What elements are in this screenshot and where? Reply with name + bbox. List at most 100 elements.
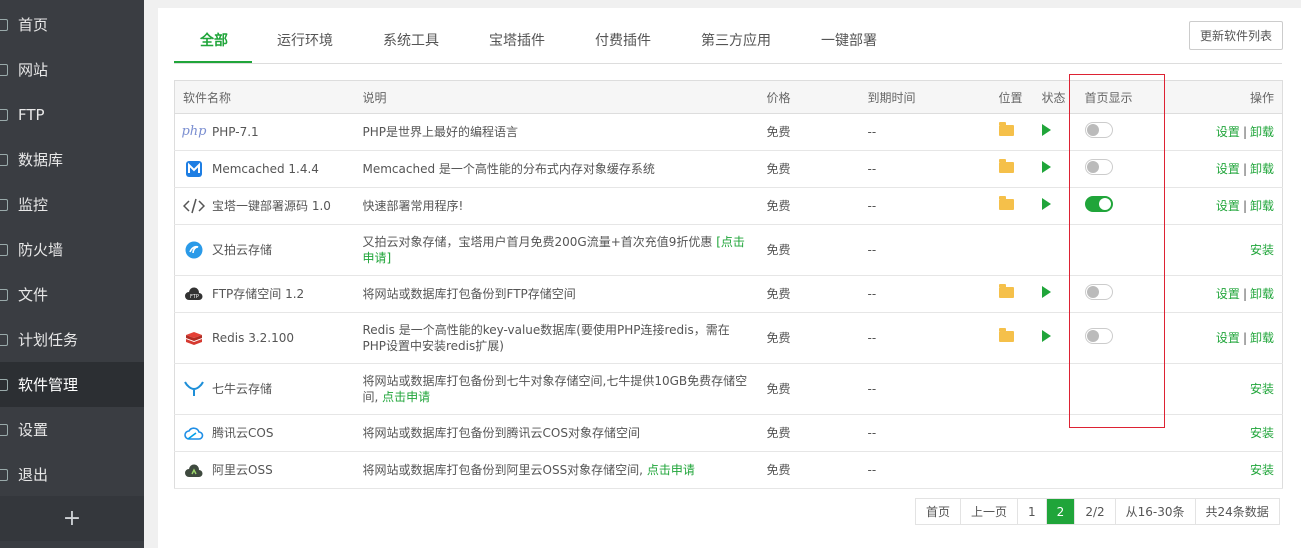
home-icon xyxy=(0,18,8,31)
sidebar-item-software[interactable]: 软件管理 xyxy=(0,362,144,407)
tab-one-click-deploy[interactable]: 一键部署 xyxy=(821,30,877,50)
running-status-icon[interactable] xyxy=(1041,198,1051,210)
uninstall-link[interactable]: 卸载 xyxy=(1250,331,1274,345)
settings-link[interactable]: 设置 xyxy=(1216,331,1240,345)
page-first-button[interactable]: 首页 xyxy=(916,499,962,524)
price-cell: 免费 xyxy=(758,187,860,225)
sidebar-item-label: 数据库 xyxy=(18,151,64,169)
software-name-cell: Memcached 1.4.4 xyxy=(174,150,355,188)
uninstall-link[interactable]: 卸载 xyxy=(1250,199,1274,213)
settings-link[interactable]: 设置 xyxy=(1216,287,1240,301)
expire-cell: -- xyxy=(859,275,991,313)
table-row: Redis 3.2.100 Redis 是一个高性能的key-value数据库(要… xyxy=(174,312,1283,364)
table-row: php PHP-7.1 PHP是世界上最好的编程语言 免费 -- 设置 | 卸载 xyxy=(174,113,1283,151)
location-cell xyxy=(990,224,1034,276)
location-cell xyxy=(990,150,1034,188)
software-name: 阿里云OSS xyxy=(212,463,273,477)
expire-cell: -- xyxy=(859,113,991,151)
tab-system-tools[interactable]: 系统工具 xyxy=(383,30,439,50)
memcached-icon xyxy=(183,160,205,178)
description-cell: 将网站或数据库打包备份到阿里云OSS对象存储空间, 点击申请 xyxy=(354,451,759,489)
software-management-panel: 全部 运行环境 系统工具 宝塔插件 付费插件 第三方应用 一键部署 更新软件列表… xyxy=(158,8,1301,548)
status-cell xyxy=(1033,224,1077,276)
open-folder-icon[interactable] xyxy=(998,284,1014,298)
ops-cell: 设置 | 卸载 xyxy=(1163,275,1283,313)
running-status-icon[interactable] xyxy=(1041,161,1051,173)
settings-link[interactable]: 设置 xyxy=(1216,162,1240,176)
add-shortcut-button[interactable]: + xyxy=(0,496,144,541)
tab-third-party[interactable]: 第三方应用 xyxy=(701,30,771,50)
sidebar-item-monitor[interactable]: 监控 xyxy=(0,182,144,227)
homepage-display-toggle[interactable] xyxy=(1084,159,1113,175)
sidebar-item-database[interactable]: 数据库 xyxy=(0,137,144,182)
open-folder-icon[interactable] xyxy=(998,122,1014,136)
active-tab-indicator xyxy=(174,61,252,63)
page-1-button[interactable]: 1 xyxy=(1018,499,1047,524)
price-cell: 免费 xyxy=(758,414,860,452)
software-table: 软件名称 说明 价格 到期时间 位置 状态 首页显示 操作 php PHP-7.1… xyxy=(174,80,1283,489)
price-cell: 免费 xyxy=(758,451,860,489)
description-text: Redis 是一个高性能的key-value数据库(要使用PHP连接redis，… xyxy=(362,323,730,353)
sidebar-item-files[interactable]: 文件 xyxy=(0,272,144,317)
install-link[interactable]: 安装 xyxy=(1250,243,1274,257)
description-cell: 将网站或数据库打包备份到FTP存储空间 xyxy=(354,275,759,313)
homepage-display-toggle[interactable] xyxy=(1084,122,1113,138)
sidebar-item-label: 文件 xyxy=(18,286,49,304)
open-folder-icon[interactable] xyxy=(998,196,1014,210)
status-cell xyxy=(1033,312,1077,364)
toggle-knob xyxy=(1086,161,1099,173)
homepage-display-toggle[interactable] xyxy=(1084,328,1113,344)
table-row: Memcached 1.4.4 Memcached 是一个高性能的分布式内存对象缓… xyxy=(174,150,1283,188)
tab-all[interactable]: 全部 xyxy=(200,30,228,50)
sidebar-item-logout[interactable]: 退出 xyxy=(0,452,144,497)
settings-link[interactable]: 设置 xyxy=(1216,125,1240,139)
running-status-icon[interactable] xyxy=(1041,330,1051,342)
sidebar-item-firewall[interactable]: 防火墙 xyxy=(0,227,144,272)
apply-link[interactable]: 点击申请 xyxy=(382,390,430,404)
install-link[interactable]: 安装 xyxy=(1250,382,1274,396)
sidebar-item-home[interactable]: 首页 xyxy=(0,2,144,47)
pagination: 首页 上一页 1 2 2/2 从16-30条 共24条数据 xyxy=(915,498,1280,525)
header-expire: 到期时间 xyxy=(859,80,991,114)
header-name: 软件名称 xyxy=(174,80,355,114)
software-name: 七牛云存储 xyxy=(212,382,273,396)
page-prev-button[interactable]: 上一页 xyxy=(961,499,1019,524)
open-folder-icon[interactable] xyxy=(998,328,1014,342)
page-range-indicator: 从16-30条 xyxy=(1115,499,1196,524)
tab-bt-plugins[interactable]: 宝塔插件 xyxy=(489,30,545,50)
expire-cell: -- xyxy=(859,224,991,276)
description-cell: 将网站或数据库打包备份到七牛对象存储空间,七牛提供10GB免费存储空间, 点击申… xyxy=(354,363,759,415)
open-folder-icon[interactable] xyxy=(998,159,1014,173)
expire-cell: -- xyxy=(859,414,991,452)
tab-runtime[interactable]: 运行环境 xyxy=(277,30,333,50)
settings-link[interactable]: 设置 xyxy=(1216,199,1240,213)
homepage-display-toggle[interactable] xyxy=(1084,284,1113,300)
apply-link[interactable]: 点击申请 xyxy=(647,463,695,477)
header-ops: 操作 xyxy=(1163,80,1283,114)
refresh-software-list-button[interactable]: 更新软件列表 xyxy=(1189,21,1283,50)
toggle-knob xyxy=(1086,124,1099,136)
install-link[interactable]: 安装 xyxy=(1250,426,1274,440)
page-2-button[interactable]: 2 xyxy=(1046,499,1076,524)
status-cell xyxy=(1033,187,1077,225)
sidebar-item-label: 设置 xyxy=(18,421,49,439)
homepage-display-toggle[interactable] xyxy=(1084,196,1113,212)
uninstall-link[interactable]: 卸载 xyxy=(1250,287,1274,301)
homepage-cell xyxy=(1076,224,1164,276)
table-row: 腾讯云COS 将网站或数据库打包备份到腾讯云COS对象存储空间 免费 -- 安装 xyxy=(174,414,1283,452)
uninstall-link[interactable]: 卸载 xyxy=(1250,125,1274,139)
running-status-icon[interactable] xyxy=(1041,286,1051,298)
sidebar-item-ftp[interactable]: FTP xyxy=(0,92,144,137)
table-row: 又拍云存储 又拍云对象存储，宝塔用户首月免费200G流量+首次充值9折优惠 [点击… xyxy=(174,224,1283,276)
table-row: 阿里云OSS 将网站或数据库打包备份到阿里云OSS对象存储空间, 点击申请 免费 --… xyxy=(174,451,1283,489)
uninstall-link[interactable]: 卸载 xyxy=(1250,162,1274,176)
install-link[interactable]: 安装 xyxy=(1250,463,1274,477)
location-cell xyxy=(990,414,1034,452)
sidebar-item-settings[interactable]: 设置 xyxy=(0,407,144,452)
description-text: 将网站或数据库打包备份到阿里云OSS对象存储空间, xyxy=(362,463,647,477)
tab-paid-plugins[interactable]: 付费插件 xyxy=(595,30,651,50)
running-status-icon[interactable] xyxy=(1041,124,1051,136)
page-of-indicator: 2/2 xyxy=(1075,499,1116,524)
sidebar-item-cron[interactable]: 计划任务 xyxy=(0,317,144,362)
sidebar-item-website[interactable]: 网站 xyxy=(0,47,144,92)
